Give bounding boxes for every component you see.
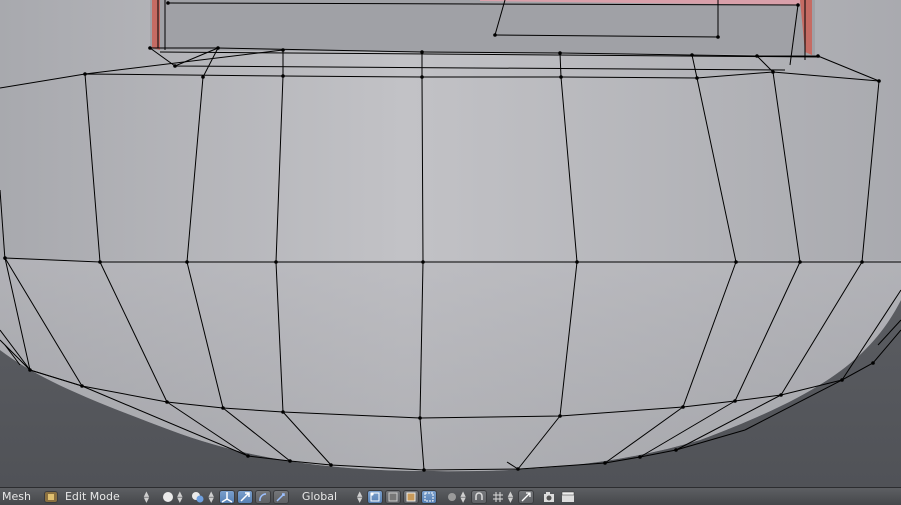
shading-solid-icon [163, 491, 174, 502]
mode-label: Edit Mode [64, 490, 120, 503]
pivot-point-selector[interactable]: ▲ ▼ [187, 489, 218, 505]
scale-icon[interactable] [272, 489, 289, 504]
red-frame [152, 0, 160, 50]
face-select-icon[interactable] [403, 489, 420, 504]
manipulator-toggle-icon[interactable] [218, 489, 235, 504]
3d-viewport[interactable] [0, 0, 901, 487]
translate-icon[interactable] [236, 489, 253, 504]
snap-icon[interactable] [470, 489, 487, 504]
chevron-updown-icon: ▲ ▼ [460, 489, 466, 504]
render-icon[interactable] [542, 490, 558, 504]
transform-orientation-selector[interactable]: Global ▲ ▼ [296, 489, 366, 505]
layer-icon[interactable] [518, 489, 535, 504]
chevron-updown-icon: ▲ ▼ [507, 489, 514, 504]
mode-icon [43, 490, 58, 503]
proportional-edit-icon [448, 492, 457, 501]
chevron-updown-icon: ▲ ▼ [143, 489, 150, 504]
snap-target-icon [492, 491, 503, 502]
viewport-shading-selector[interactable]: ▲ ▼ [159, 489, 186, 505]
mesh-menu[interactable]: Mesh [0, 490, 33, 503]
mode-selector[interactable]: Edit Mode ▲ ▼ [39, 489, 153, 505]
proportional-edit-selector[interactable]: ▲ ▼ [444, 489, 469, 505]
edge-select-icon[interactable] [385, 489, 402, 504]
limit-selection-icon[interactable] [421, 489, 438, 504]
chevron-updown-icon: ▲ ▼ [357, 489, 363, 504]
rotate-icon[interactable] [254, 489, 271, 504]
render-animation-icon[interactable] [560, 490, 576, 504]
orientation-label: Global [301, 490, 338, 503]
snap-target-selector[interactable]: ▲ ▼ [488, 489, 517, 505]
chevron-updown-icon: ▲ ▼ [177, 489, 183, 504]
vertex-select-icon[interactable] [367, 489, 384, 504]
3d-view-header: Mesh Edit Mode ▲ ▼ ▲ ▼ ▲ ▼ Global ▲ ▼ ▲ … [0, 487, 901, 505]
chevron-updown-icon: ▲ ▼ [208, 489, 214, 504]
pivot-icon [191, 491, 204, 502]
